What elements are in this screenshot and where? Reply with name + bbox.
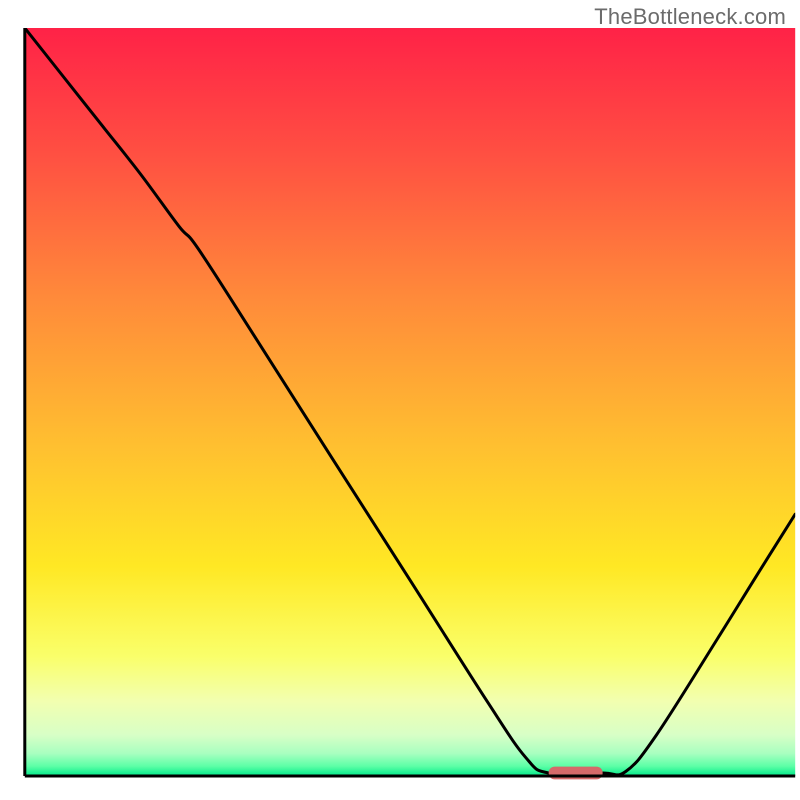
watermark: TheBottleneck.com — [594, 4, 786, 30]
gradient-background — [25, 28, 795, 776]
plot-area — [25, 28, 795, 779]
bottleneck-chart — [0, 0, 800, 800]
chart-container: TheBottleneck.com — [0, 0, 800, 800]
